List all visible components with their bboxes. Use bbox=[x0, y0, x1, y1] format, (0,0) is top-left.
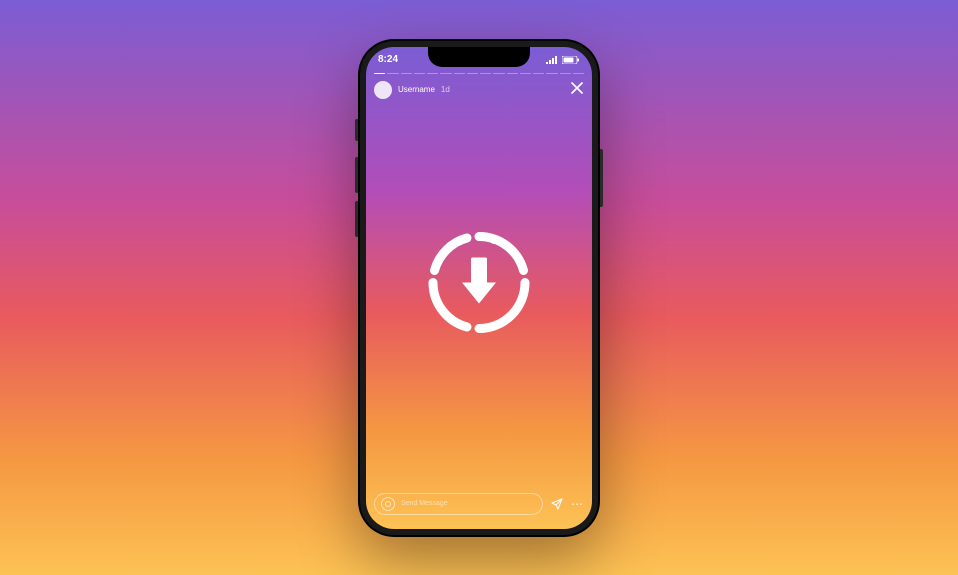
username-label: Username bbox=[398, 85, 435, 94]
send-button[interactable] bbox=[549, 496, 565, 512]
mute-switch bbox=[355, 119, 358, 141]
power-button bbox=[600, 149, 603, 207]
user-info[interactable]: Username 1d bbox=[374, 81, 450, 99]
phone-frame: 8:24 bbox=[360, 41, 598, 535]
progress-segment bbox=[427, 73, 438, 75]
story-footer: Send Message ⋯ bbox=[374, 493, 584, 515]
phone-notch bbox=[428, 47, 530, 67]
more-button[interactable]: ⋯ bbox=[571, 498, 584, 510]
camera-icon[interactable] bbox=[381, 497, 395, 511]
status-time: 8:24 bbox=[378, 54, 398, 65]
progress-segment bbox=[520, 73, 531, 75]
story-header: Username 1d bbox=[374, 81, 584, 99]
progress-segment bbox=[467, 73, 478, 75]
progress-segment bbox=[387, 73, 398, 75]
phone-mockup: 8:24 bbox=[358, 39, 600, 537]
signal-icon bbox=[546, 51, 558, 69]
timestamp-label: 1d bbox=[441, 85, 450, 94]
progress-segment bbox=[533, 73, 544, 75]
progress-segment bbox=[401, 73, 412, 75]
volume-up-button bbox=[355, 157, 358, 193]
download-icon bbox=[424, 227, 534, 337]
progress-segment bbox=[560, 73, 571, 75]
message-placeholder: Send Message bbox=[401, 500, 448, 507]
progress-segment bbox=[480, 73, 491, 75]
progress-segment bbox=[493, 73, 504, 75]
progress-segment bbox=[414, 73, 425, 75]
battery-icon bbox=[562, 51, 580, 69]
progress-segment bbox=[374, 73, 385, 75]
message-input[interactable]: Send Message bbox=[374, 493, 543, 515]
close-button[interactable] bbox=[570, 81, 584, 99]
progress-segment bbox=[573, 73, 584, 75]
status-icons bbox=[546, 51, 580, 69]
volume-down-button bbox=[355, 201, 358, 237]
phone-body: 8:24 bbox=[358, 39, 600, 537]
progress-segment bbox=[546, 73, 557, 75]
progress-segment bbox=[440, 73, 451, 75]
phone-screen: 8:24 bbox=[366, 47, 592, 529]
avatar bbox=[374, 81, 392, 99]
story-progress bbox=[374, 73, 584, 75]
progress-segment bbox=[454, 73, 465, 75]
progress-segment bbox=[507, 73, 518, 75]
